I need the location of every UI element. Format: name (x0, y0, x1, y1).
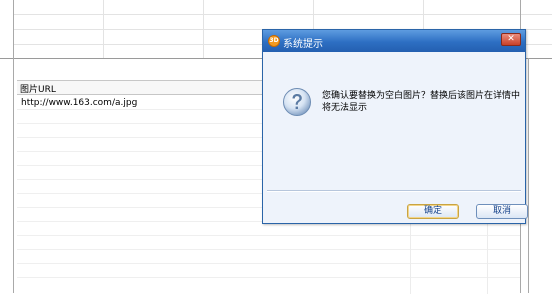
column-header-image-url[interactable]: 图片URL (20, 82, 56, 95)
close-button[interactable]: ✕ (501, 33, 521, 46)
confirm-button[interactable]: 确定 (407, 204, 459, 219)
dialog-content: 您确认要替换为空白图片？替换后该图片在详情中将无法显示 (264, 52, 524, 188)
table-row (17, 249, 520, 250)
question-icon (283, 88, 311, 116)
system-prompt-dialog: 3D 系统提示 ✕ 您确认要替换为空白图片？替换后该图片在详情中将无法显示 确定… (262, 29, 528, 224)
table-cell-url[interactable]: http://www.163.com/a.jpg (21, 98, 137, 108)
cancel-button[interactable]: 取消 (476, 204, 528, 219)
dialog-title: 系统提示 (283, 39, 323, 50)
app-logo-icon: 3D (268, 35, 280, 47)
table-row (17, 235, 520, 236)
grid-line (103, 0, 104, 58)
table-row (17, 277, 520, 278)
panel-border (528, 58, 529, 293)
panel-border (13, 0, 14, 293)
grid-line (203, 0, 204, 58)
grid-line (13, 14, 552, 15)
table-row (17, 263, 520, 264)
dialog-titlebar[interactable]: 3D 系统提示 ✕ (263, 30, 525, 52)
close-icon: ✕ (507, 34, 515, 44)
dialog-separator (267, 190, 521, 192)
dialog-message: 您确认要替换为空白图片？替换后该图片在详情中将无法显示 (322, 91, 521, 113)
